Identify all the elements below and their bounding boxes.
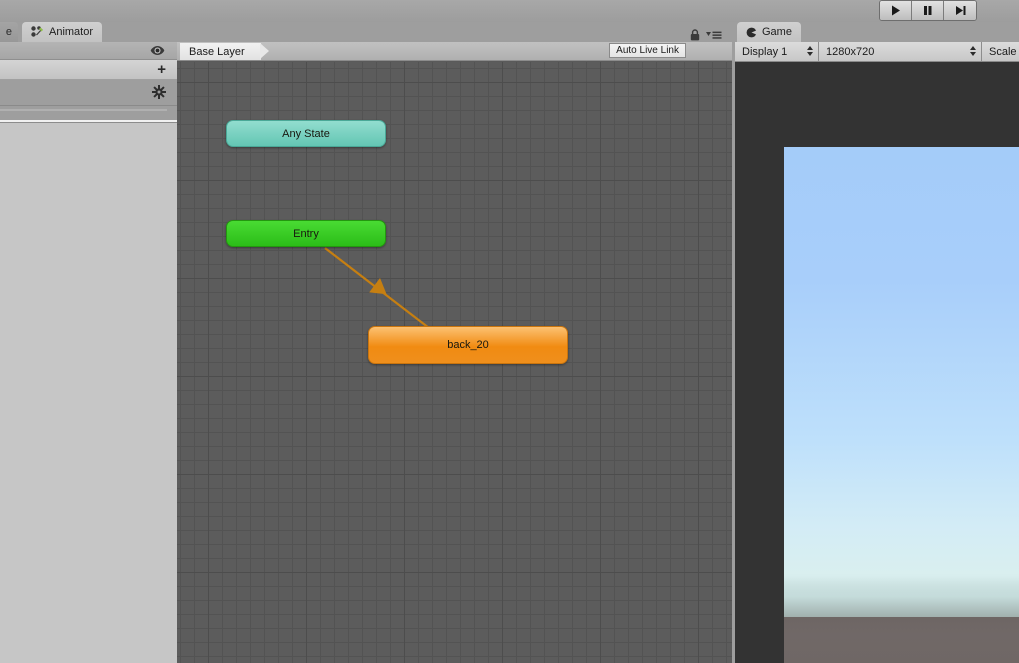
lock-glyph	[690, 29, 700, 41]
display-dropdown[interactable]: Display 1	[735, 42, 819, 61]
state-machine-canvas[interactable]: Any State Entry back_20	[177, 62, 732, 663]
display-dropdown-label: Display 1	[742, 45, 788, 58]
play-button[interactable]	[880, 1, 912, 20]
chevron-updown-icon	[807, 46, 813, 56]
left-dock-tabstrip: e Animator	[0, 22, 177, 42]
state-node-back-20[interactable]: back_20	[368, 326, 568, 364]
gear-glyph	[152, 85, 166, 99]
layers-header	[0, 43, 177, 60]
scale-slider-label[interactable]: Scale	[982, 42, 1019, 61]
play-icon	[892, 5, 900, 16]
playback-controls	[879, 0, 977, 21]
sublist-divider	[0, 109, 167, 111]
state-node-label: back_20	[447, 339, 489, 351]
unity-editor-window: e Animator Game + Base Layer Auto Live L…	[0, 0, 1019, 663]
lock-icon[interactable]	[690, 29, 700, 41]
layers-add-row: +	[0, 60, 177, 80]
main-toolbar	[0, 0, 1019, 22]
breadcrumb[interactable]: Base Layer	[180, 43, 269, 60]
game-view-letterbox	[735, 62, 1019, 663]
panel-options-group	[690, 29, 722, 41]
game-view-panel: Display 1 1280x720 Scale	[735, 42, 1019, 663]
tab-scene-label: e	[5, 26, 12, 38]
auto-live-link-button[interactable]: Auto Live Link	[609, 43, 686, 58]
eye-icon[interactable]	[150, 45, 165, 56]
menu-glyph	[706, 31, 722, 39]
animator-toolbar: Base Layer Auto Live Link	[177, 29, 732, 61]
pause-icon	[924, 6, 932, 15]
state-node-label: Any State	[282, 127, 330, 140]
game-render-surface[interactable]	[784, 147, 1019, 663]
resolution-dropdown-label: 1280x720	[826, 45, 875, 58]
tab-animator[interactable]: Animator	[22, 22, 103, 42]
eye-glyph	[150, 46, 165, 55]
step-forward-icon	[955, 6, 965, 15]
transition-arrowhead	[369, 278, 387, 295]
animator-layers-panel: +	[0, 42, 177, 663]
pause-button[interactable]	[912, 1, 944, 20]
hamburger-menu-icon[interactable]	[706, 30, 722, 40]
sky-gradient	[784, 147, 1019, 621]
layer-sublist	[0, 106, 177, 120]
step-button[interactable]	[944, 1, 976, 20]
tab-animator-label: Animator	[49, 26, 94, 38]
game-view-toolbar: Display 1 1280x720 Scale	[735, 42, 1019, 62]
scale-label: Scale	[989, 45, 1017, 58]
animator-graph-panel: Base Layer Auto Live Link Any State Entr…	[177, 29, 732, 663]
auto-live-link-label: Auto Live Link	[616, 45, 679, 56]
add-layer-button[interactable]: +	[157, 62, 166, 77]
state-node-label: Entry	[293, 227, 319, 240]
parameters-list-body	[0, 123, 177, 663]
breadcrumb-label: Base Layer	[189, 45, 245, 58]
tab-game-label: Game	[762, 26, 792, 38]
layer-list-item[interactable]	[0, 80, 177, 106]
ground-plane	[784, 617, 1019, 663]
state-node-entry[interactable]: Entry	[226, 220, 386, 247]
transition-line-entry-to-back20	[324, 247, 430, 329]
state-node-any-state[interactable]: Any State	[226, 120, 386, 147]
game-view-icon	[746, 27, 756, 37]
resolution-dropdown[interactable]: 1280x720	[819, 42, 982, 61]
tab-game[interactable]: Game	[737, 22, 801, 42]
tab-scene[interactable]: e	[0, 22, 18, 42]
gear-icon[interactable]	[152, 85, 166, 99]
animator-icon	[31, 26, 43, 37]
chevron-updown-icon	[970, 46, 976, 56]
